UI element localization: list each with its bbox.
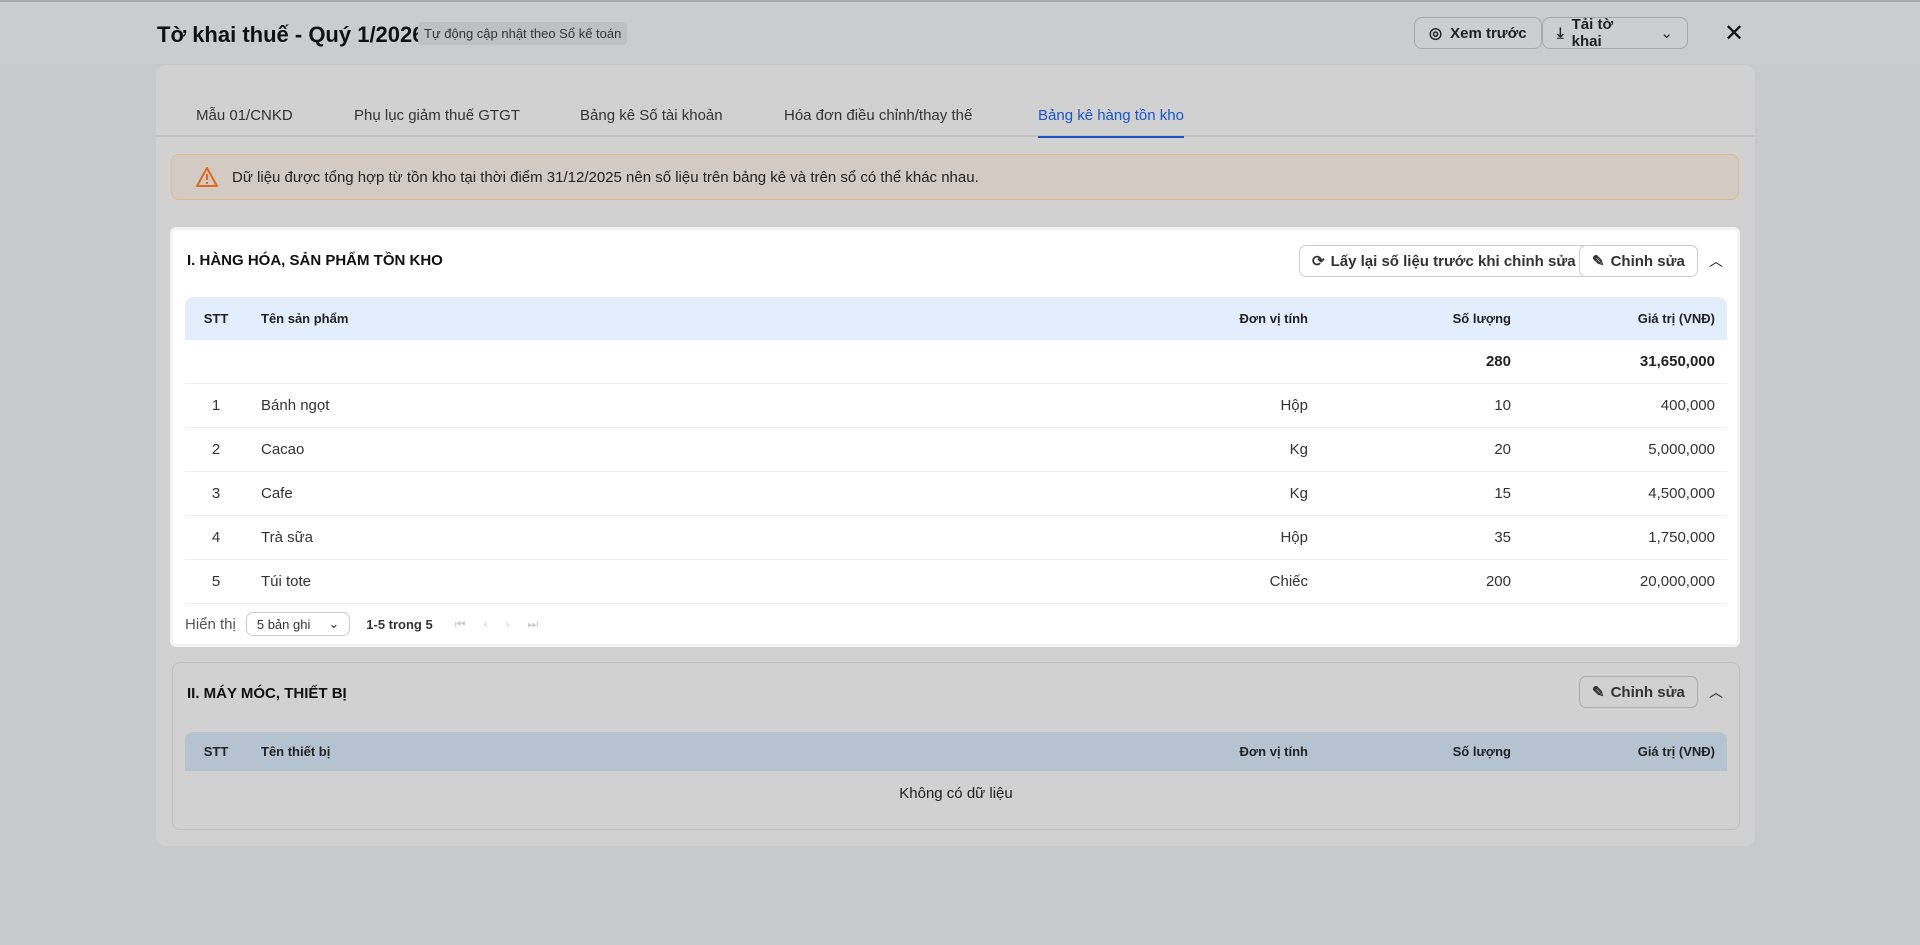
- empty-state: Không có dữ liệu: [899, 785, 1013, 802]
- row-stt: 1: [211, 397, 221, 414]
- row-name: Bánh ngọt: [261, 397, 330, 414]
- col-unit: Đơn vị tính: [1239, 311, 1308, 326]
- table-row: 4 Trà sữa Hộp 35 1,750,000: [185, 516, 1727, 560]
- row-name: Cacao: [261, 441, 305, 458]
- row-value: 5,000,000: [1648, 441, 1715, 458]
- pencil-icon: ✎: [1592, 684, 1605, 701]
- eye-icon: ◎: [1429, 25, 1443, 42]
- download-label: Tải tờ khai: [1571, 16, 1614, 50]
- first-page-icon[interactable]: ⏮: [455, 617, 466, 632]
- row-name: Cafe: [261, 485, 293, 502]
- row-qty: 200: [1485, 573, 1511, 590]
- next-page-icon[interactable]: ›: [506, 617, 510, 631]
- table-header: STT Tên thiết bị Đơn vị tính Số lượng Gi…: [185, 732, 1727, 771]
- auto-update-badge: Tự động cập nhật theo Sổ kế toán: [418, 22, 628, 45]
- close-icon[interactable]: ✕: [1722, 19, 1746, 48]
- tab-hoa-don[interactable]: Hóa đơn điều chỉnh/thay thế: [784, 107, 972, 136]
- last-page-icon[interactable]: ⏭: [528, 617, 539, 632]
- prev-page-icon[interactable]: ‹: [484, 617, 488, 631]
- page-title: Tờ khai thuế - Quý 1/2026: [157, 22, 425, 47]
- row-qty: 15: [1494, 485, 1511, 502]
- show-label: Hiển thị: [185, 615, 236, 633]
- row-stt: 2: [211, 441, 221, 458]
- reload-label: Lấy lại số liệu trước khi chỉnh sửa: [1330, 252, 1576, 270]
- chevron-down-icon: ⌄: [328, 616, 340, 631]
- row-name: Túi tote: [261, 573, 312, 590]
- row-unit: Chiếc: [1269, 573, 1308, 590]
- row-unit: Hộp: [1280, 397, 1308, 414]
- preview-button[interactable]: ◎ Xem trước: [1414, 17, 1542, 49]
- row-unit: Kg: [1289, 485, 1308, 502]
- download-button[interactable]: ⤓ Tải tờ khai ⌄: [1542, 16, 1688, 50]
- col-name: Tên thiết bị: [261, 744, 331, 759]
- refresh-icon: ⟳: [1312, 253, 1325, 270]
- page-size-value: 5 bản ghi: [256, 616, 311, 632]
- edit-label: Chỉnh sửa: [1610, 683, 1685, 701]
- pencil-icon: ✎: [1592, 253, 1605, 270]
- chevron-down-icon: ⌄: [1660, 25, 1673, 42]
- edit-button[interactable]: ✎ Chỉnh sửa: [1579, 676, 1698, 708]
- col-value: Giá trị (VNĐ): [1637, 744, 1715, 759]
- equipment-section: II. MÁY MÓC, THIẾT BỊ ✎ Chỉnh sửa ︿ STT T…: [172, 662, 1740, 830]
- col-name: Tên sản phẩm: [261, 311, 349, 326]
- warning-text: Dữ liệu được tổng hợp từ tồn kho tại thờ…: [232, 168, 979, 186]
- table-row: 5 Túi tote Chiếc 200 20,000,000: [185, 560, 1727, 604]
- page-size-select[interactable]: 5 bản ghi ⌄: [245, 612, 351, 636]
- total-row: 280 31,650,000: [185, 340, 1727, 384]
- modal-header: Tờ khai thuế - Quý 1/2026 Tự động cập nh…: [0, 2, 1920, 64]
- row-unit: Kg: [1289, 441, 1308, 458]
- tab-hang-ton-kho[interactable]: Bảng kê hàng tồn kho: [1038, 107, 1184, 138]
- row-qty: 35: [1494, 529, 1511, 546]
- row-stt: 4: [211, 529, 221, 546]
- pagination: Hiển thị 5 bản ghi ⌄ 1-5 trong 5 ⏮ ‹ › ⏭: [185, 611, 538, 637]
- table-row: 1 Bánh ngọt Hộp 10 400,000: [185, 384, 1727, 428]
- total-value: 31,650,000: [1639, 353, 1715, 370]
- col-stt: STT: [203, 744, 229, 759]
- col-qty: Số lượng: [1452, 744, 1511, 759]
- row-name: Trà sữa: [261, 529, 313, 546]
- row-qty: 10: [1494, 397, 1511, 414]
- col-stt: STT: [203, 311, 229, 326]
- tab-phu-luc[interactable]: Phụ lục giảm thuế GTGT: [354, 107, 520, 136]
- collapse-chevron-icon[interactable]: ︿: [1709, 251, 1723, 271]
- warning-banner: Dữ liệu được tổng hợp từ tồn kho tại thờ…: [171, 154, 1739, 200]
- table-row: 3 Cafe Kg 15 4,500,000: [185, 472, 1727, 516]
- row-value: 400,000: [1660, 397, 1715, 414]
- reload-data-button[interactable]: ⟳ Lấy lại số liệu trước khi chỉnh sửa: [1299, 245, 1589, 277]
- row-value: 20,000,000: [1639, 573, 1715, 590]
- table-header: STT Tên sản phẩm Đơn vị tính Số lượng Gi…: [185, 297, 1727, 340]
- warning-icon: [196, 167, 218, 187]
- edit-button[interactable]: ✎ Chỉnh sửa: [1579, 245, 1698, 277]
- row-stt: 5: [211, 573, 221, 590]
- collapse-chevron-icon[interactable]: ︿: [1709, 682, 1723, 702]
- section-title: II. MÁY MÓC, THIẾT BỊ: [187, 685, 347, 702]
- row-value: 1,750,000: [1648, 529, 1715, 546]
- tab-so-tai-khoan[interactable]: Bảng kê Số tài khoản: [580, 107, 723, 136]
- page-range: 1-5 trong 5: [366, 616, 433, 632]
- row-qty: 20: [1494, 441, 1511, 458]
- total-qty: 280: [1485, 353, 1511, 370]
- col-qty: Số lượng: [1452, 311, 1511, 326]
- row-unit: Hộp: [1280, 529, 1308, 546]
- tab-bar: Mẫu 01/CNKD Phụ lục giảm thuế GTGT Bảng …: [156, 65, 1755, 138]
- row-value: 4,500,000: [1648, 485, 1715, 502]
- section-title: I. HÀNG HÓA, SẢN PHẨM TỒN KHO: [187, 252, 443, 269]
- inventory-section: I. HÀNG HÓA, SẢN PHẨM TỒN KHO ⟳ Lấy lại s…: [170, 227, 1740, 647]
- download-icon: ⤓: [1557, 24, 1564, 42]
- edit-label: Chỉnh sửa: [1610, 252, 1685, 270]
- col-unit: Đơn vị tính: [1239, 744, 1308, 759]
- tab-mau-01[interactable]: Mẫu 01/CNKD: [196, 107, 293, 136]
- table-row: 2 Cacao Kg 20 5,000,000: [185, 428, 1727, 472]
- col-value: Giá trị (VNĐ): [1637, 311, 1715, 326]
- preview-label: Xem trước: [1450, 24, 1527, 42]
- row-stt: 3: [211, 485, 221, 502]
